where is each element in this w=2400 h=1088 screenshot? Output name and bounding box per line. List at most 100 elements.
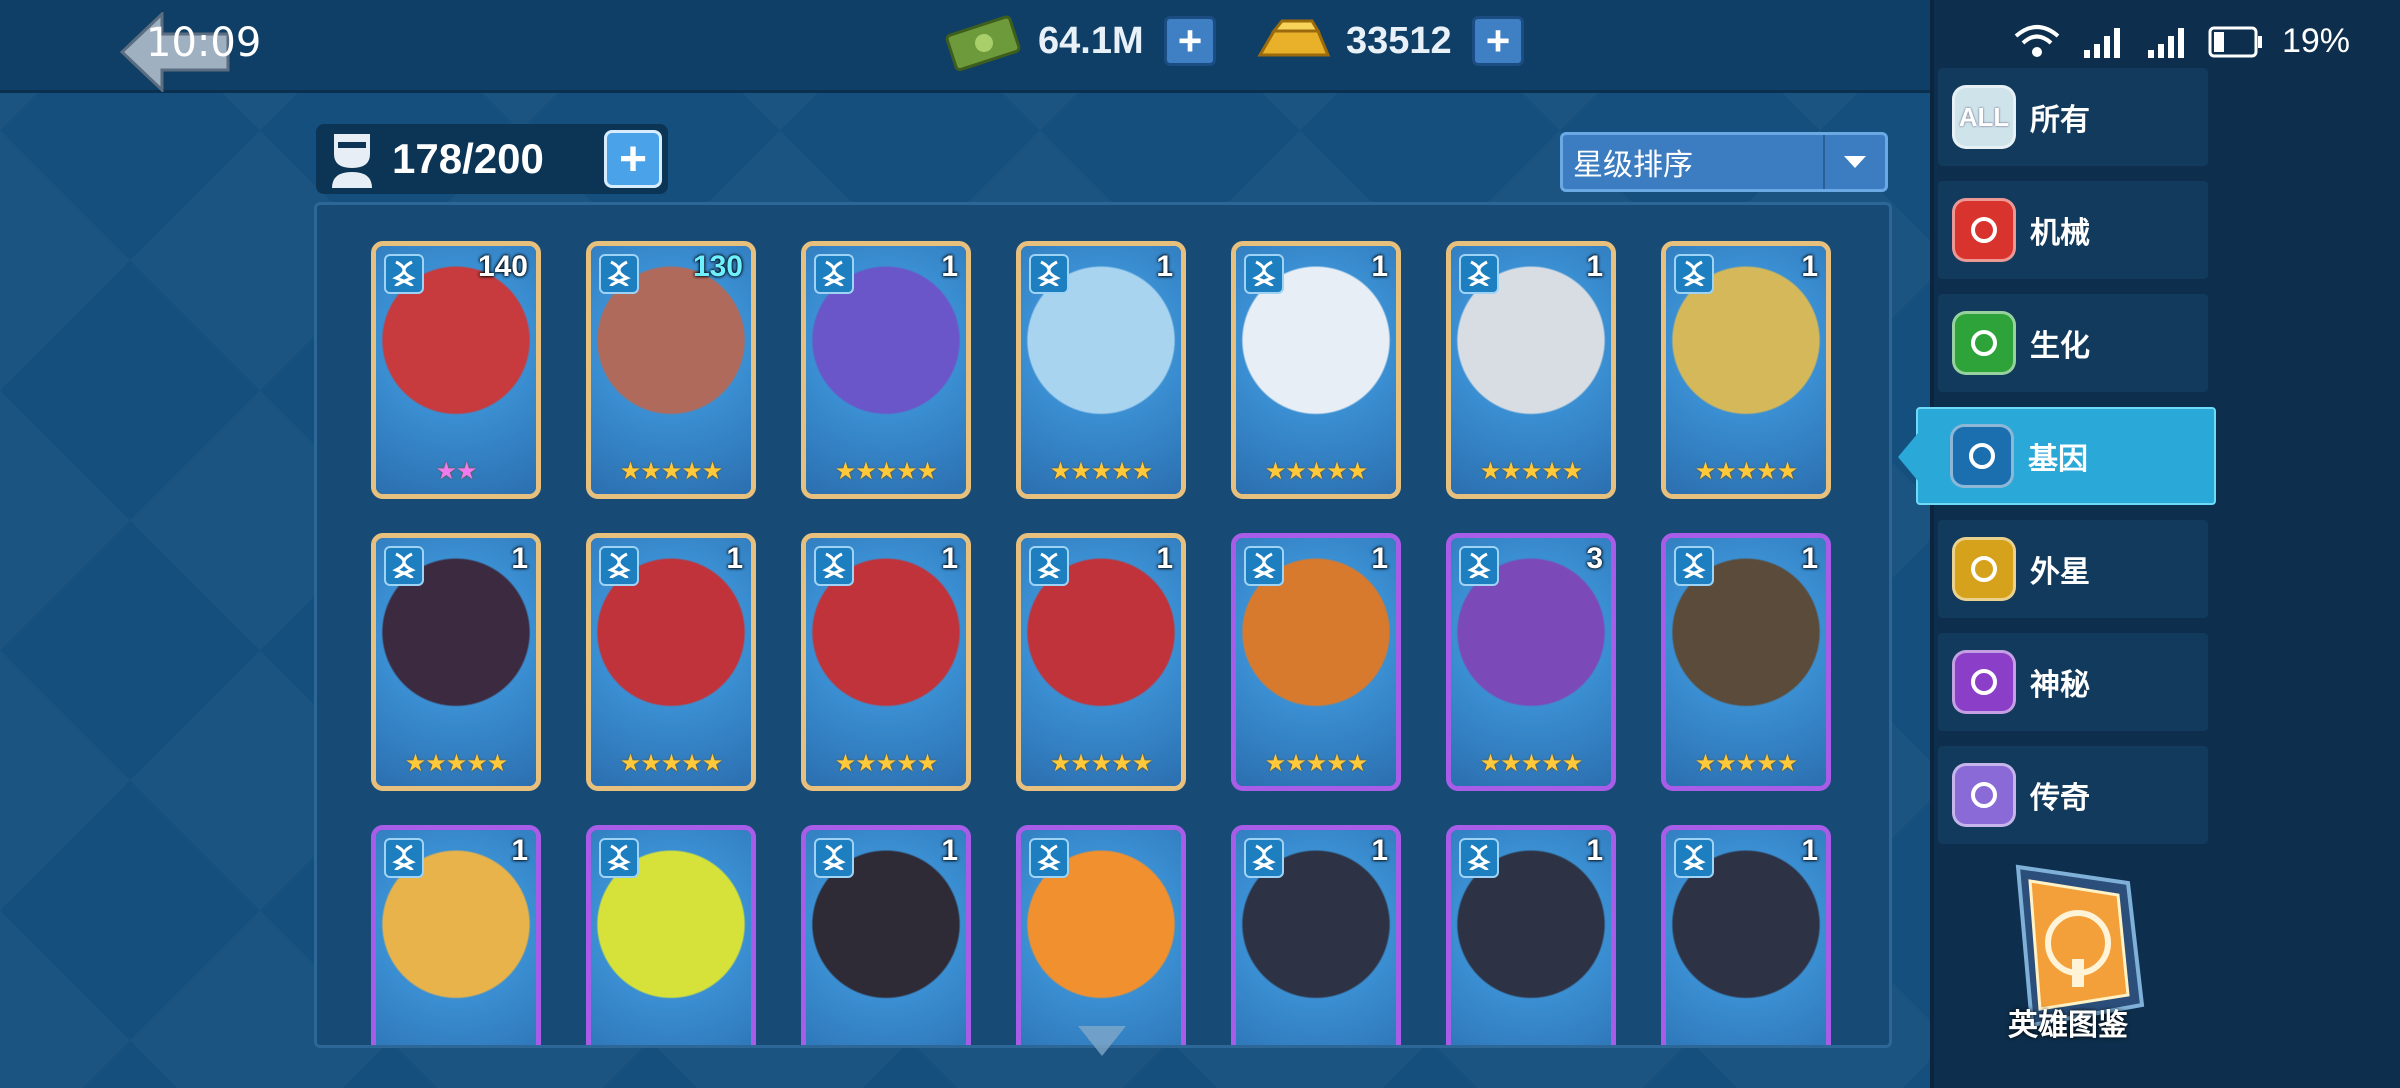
wifi-icon <box>2014 24 2060 57</box>
dna-icon <box>1244 546 1284 586</box>
hero-star-rating: ★★★★★ <box>1049 750 1154 777</box>
hero-level: 1 <box>1586 834 1603 867</box>
signal-icon <box>2083 27 2120 58</box>
hero-level: 1 <box>941 834 958 867</box>
status-bar: 19% <box>2012 22 2350 61</box>
hero-star-rating: ★★★★★ <box>1694 458 1799 485</box>
dna-icon <box>1459 254 1499 294</box>
hero-star-rating: ★★ <box>435 458 477 485</box>
category-tab[interactable]: 传奇 <box>1938 746 2208 844</box>
hero-card[interactable]: 1 ★★★★★ <box>1661 241 1831 499</box>
dna-icon <box>1950 424 2014 488</box>
hero-star-rating: ★★★★★ <box>1264 458 1369 485</box>
category-label: 神秘 <box>2030 669 2090 702</box>
hero-star-rating: ★★★★★ <box>834 458 939 485</box>
category-tab[interactable]: 外星 <box>1938 520 2208 618</box>
hero-card[interactable]: 1 ★★★★★ <box>801 241 971 499</box>
hero-card[interactable] <box>586 825 756 1045</box>
clock: 10:09 <box>146 20 262 66</box>
dna-icon <box>1029 546 1069 586</box>
capacity-text: 178/200 <box>392 135 544 182</box>
category-tab[interactable]: 基因 <box>1898 407 2216 505</box>
category-tab[interactable]: 机械 <box>1938 181 2208 279</box>
hero-card[interactable]: 1 ★★★★★ <box>801 533 971 791</box>
hero-card[interactable]: 1 ★★★★★ <box>1446 241 1616 499</box>
hero-card[interactable]: 1 ★★★★★ <box>1231 533 1401 791</box>
active-indicator <box>1898 433 1918 481</box>
sort-label: 星级排序 <box>1573 149 1693 182</box>
dna-icon <box>1244 254 1284 294</box>
hero-star-rating: ★★★★★ <box>619 458 724 485</box>
gold-resource: 33512 + <box>1252 10 1524 72</box>
hero-star-rating: ★★★★★ <box>404 750 509 777</box>
expand-capacity-button[interactable]: + <box>604 130 662 188</box>
hero-card[interactable]: 130 ★★★★★ <box>586 241 756 499</box>
hero-level: 140 <box>477 250 528 283</box>
dna-icon <box>814 838 854 878</box>
hero-level: 1 <box>1156 250 1173 283</box>
dna-icon <box>1674 546 1714 586</box>
hero-capacity: 178/200 + <box>316 124 668 194</box>
legend-wings-icon <box>1952 763 2016 827</box>
category-tab[interactable]: 生化 <box>1938 294 2208 392</box>
dna-icon <box>1459 546 1499 586</box>
hero-level: 130 <box>692 250 743 283</box>
scroll-down-icon[interactable] <box>1076 1024 1128 1060</box>
category-tab[interactable]: 神秘 <box>1938 633 2208 731</box>
add-gold-button[interactable]: + <box>1472 16 1524 66</box>
hero-card[interactable]: 1 <box>1446 825 1616 1045</box>
hero-card[interactable]: 1 <box>801 825 971 1045</box>
alien-icon <box>1952 537 2016 601</box>
mechanical-icon <box>1952 198 2016 262</box>
sort-dropdown[interactable]: 星级排序 <box>1560 132 1888 192</box>
hero-grid[interactable]: 140 ★★ 130 ★★★★★ 1 ★★★★★ 1 ★★★★★ 1 ★★★★★ 1 ★★★★★ 1 ★★… <box>314 202 1892 1048</box>
hero-star-rating: ★★★★★ <box>1479 750 1584 777</box>
hero-level: 1 <box>1586 250 1603 283</box>
add-money-button[interactable]: + <box>1164 16 1216 66</box>
dna-icon <box>599 254 639 294</box>
battery-percent: 19% <box>2281 22 2350 60</box>
hero-star-rating: ★★★★★ <box>1694 750 1799 777</box>
money-value: 64.1M <box>1038 19 1144 62</box>
all-icon-text: ALL <box>1958 101 2010 132</box>
category-label: 所有 <box>2030 104 2090 137</box>
dna-icon <box>1244 838 1284 878</box>
hero-card[interactable]: 1 ★★★★★ <box>1231 241 1401 499</box>
hero-level: 1 <box>1801 542 1818 575</box>
money-resource: 64.1M + <box>944 10 1216 72</box>
hero-card[interactable]: 3 ★★★★★ <box>1446 533 1616 791</box>
hero-card[interactable]: 1 ★★★★★ <box>586 533 756 791</box>
hero-card[interactable]: 1 ★★★★★ <box>371 533 541 791</box>
hero-codex-label[interactable]: 英雄图鉴 <box>1990 1000 2146 1044</box>
gold-bar-icon <box>1257 19 1331 57</box>
mystic-eye-icon <box>1952 650 2016 714</box>
signal-icon-2 <box>2147 27 2184 58</box>
hero-star-rating: ★★★★★ <box>1479 458 1584 485</box>
hero-card[interactable]: 1 ★★★★★ <box>1661 533 1831 791</box>
hero-level: 1 <box>1371 250 1388 283</box>
hero-card[interactable]: 1 ★★★★★ <box>1016 533 1186 791</box>
hero-level: 1 <box>1156 542 1173 575</box>
dna-icon <box>1029 838 1069 878</box>
gold-value: 33512 <box>1346 19 1452 62</box>
hero-card[interactable]: 140 ★★ <box>371 241 541 499</box>
category-tab[interactable]: ALL 所有 <box>1938 68 2208 166</box>
hero-card[interactable]: 1 <box>371 825 541 1045</box>
hero-card[interactable] <box>1016 825 1186 1045</box>
hero-level: 1 <box>1801 834 1818 867</box>
hero-card[interactable]: 1 <box>1231 825 1401 1045</box>
hero-level: 1 <box>941 250 958 283</box>
hero-level: 3 <box>1586 542 1603 575</box>
hero-card[interactable]: 1 ★★★★★ <box>1016 241 1186 499</box>
dna-icon <box>1459 838 1499 878</box>
hero-star-rating: ★★★★★ <box>834 750 939 777</box>
hero-level: 1 <box>511 542 528 575</box>
category-label: 传奇 <box>2030 782 2090 815</box>
hero-level: 1 <box>511 834 528 867</box>
dna-icon <box>384 838 424 878</box>
hero-bust-icon <box>332 134 372 188</box>
hero-card[interactable]: 1 <box>1661 825 1831 1045</box>
dna-icon <box>599 838 639 878</box>
hero-star-rating: ★★★★★ <box>1264 750 1369 777</box>
hero-level: 1 <box>1371 542 1388 575</box>
